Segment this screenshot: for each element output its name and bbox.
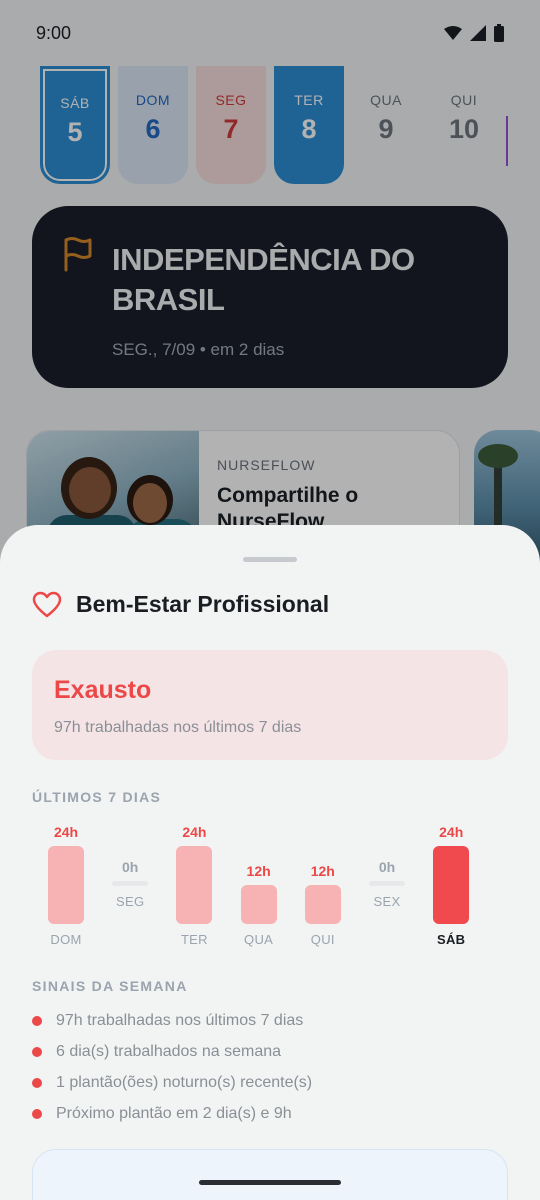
bar-value-label: 0h: [122, 859, 139, 875]
signal-dot: [32, 1015, 42, 1026]
signal-item: 97h trabalhadas nos últimos 7 dias: [32, 1005, 502, 1036]
last-7-days-label: ÚLTIMOS 7 DIAS: [32, 789, 162, 805]
bar: [176, 846, 213, 924]
bar-day-label: SEX: [373, 894, 401, 909]
signal-text: 6 dia(s) trabalhados na semana: [56, 1042, 282, 1060]
bar-column-dom: 24h DOM: [46, 820, 86, 950]
bar-column-sex: 0h SEX: [367, 820, 407, 950]
sheet-header: Bem-Estar Profissional: [32, 591, 329, 618]
bar-day-label: SÁB: [437, 932, 466, 947]
gesture-nav-bar[interactable]: [199, 1180, 341, 1185]
bar-value-label: 24h: [53, 824, 79, 840]
status-label: Exausto: [54, 676, 152, 704]
week-signals-label: SINAIS DA SEMANA: [32, 978, 188, 994]
heart-icon: [32, 591, 62, 618]
signal-item: Próximo plantão em 2 dia(s) e 9h: [32, 1098, 502, 1129]
signals-list: 97h trabalhadas nos últimos 7 dias 6 dia…: [32, 1005, 502, 1129]
signal-text: 1 plantão(ões) noturno(s) recente(s): [56, 1073, 313, 1091]
bar: [433, 846, 470, 924]
bar-day-label: DOM: [50, 932, 82, 947]
bar: [240, 885, 277, 924]
signal-dot: [32, 1077, 42, 1088]
bar-day-label: QUA: [244, 932, 274, 947]
burnout-status-card: Exausto 97h trabalhadas nos últimos 7 di…: [32, 650, 508, 760]
signal-text: Próximo plantão em 2 dia(s) e 9h: [56, 1104, 292, 1122]
bar-value-label: 24h: [182, 824, 207, 840]
drag-handle[interactable]: [243, 557, 297, 562]
signal-dot: [32, 1108, 42, 1119]
signal-item: 1 plantão(ões) noturno(s) recente(s): [32, 1067, 502, 1098]
bar: [48, 846, 84, 924]
wellbeing-bottom-sheet: Bem-Estar Profissional Exausto 97h traba…: [0, 525, 540, 1200]
bar-value-label: 12h: [246, 863, 271, 879]
sheet-title: Bem-Estar Profissional: [76, 591, 330, 617]
bar-value-label: 24h: [439, 824, 464, 840]
bar-day-label: TER: [180, 932, 208, 947]
signal-dot: [32, 1046, 42, 1057]
next-info-card[interactable]: [32, 1149, 508, 1200]
signal-item: 6 dia(s) trabalhados na semana: [32, 1036, 502, 1067]
bar-value-label: 12h: [310, 863, 335, 879]
hours-bar-chart: 24h DOM 0h SEG 24h TER 12h QUA 12h QUI 0h SEX 24h SÁB: [46, 820, 494, 950]
bar-column-sáb: 24h SÁB: [431, 820, 471, 950]
bar-value-label: 0h: [378, 859, 396, 875]
bar-column-qui: 12h QUI: [303, 820, 343, 950]
bar-zero-marker: [369, 881, 405, 886]
signal-text: 97h trabalhadas nos últimos 7 dias: [56, 1011, 304, 1029]
bar-day-label: SEG: [116, 894, 145, 909]
bar: [304, 885, 341, 924]
bar-column-ter: 24h TER: [174, 820, 214, 950]
bar-day-label: QUI: [310, 932, 335, 947]
bar-column-seg: 0h SEG: [110, 820, 150, 950]
status-description: 97h trabalhadas nos últimos 7 dias: [54, 719, 302, 736]
bar-zero-marker: [112, 881, 149, 886]
bar-column-qua: 12h QUA: [239, 820, 279, 950]
